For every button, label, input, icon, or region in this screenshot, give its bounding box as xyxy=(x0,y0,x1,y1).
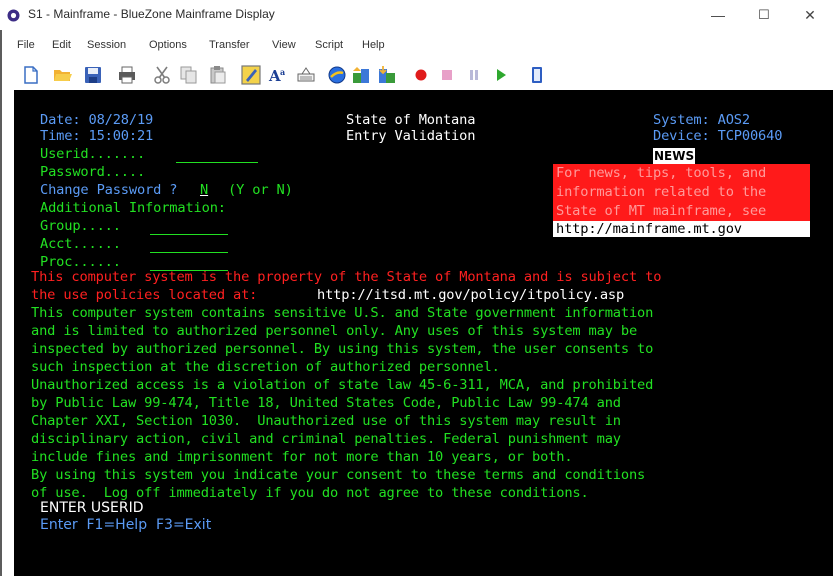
copy-icon[interactable] xyxy=(179,65,199,85)
notice-line: Unauthorized access is a violation of st… xyxy=(31,377,654,393)
news-box: For news, tips, tools, and information r… xyxy=(553,164,810,221)
header-title: State of Montana xyxy=(346,112,476,128)
macro-editor-icon[interactable] xyxy=(241,65,261,85)
notice-line: include fines and imprisonment for not m… xyxy=(31,449,573,465)
news-line: information related to the xyxy=(556,184,767,200)
notice-line: inspected by authorized personnel. By us… xyxy=(31,341,654,357)
web-connect-icon[interactable] xyxy=(327,65,347,85)
clipboard-icon[interactable] xyxy=(527,65,547,85)
policy-url[interactable]: http://itsd.mt.gov/policy/itpolicy.asp xyxy=(317,287,624,303)
notice-line: of use. Log off immediately if you do no… xyxy=(31,485,589,501)
file-transfer-send-icon[interactable] xyxy=(351,65,371,85)
notice-line: disciplinary action, civil and criminal … xyxy=(31,431,621,447)
userid-label: Userid....... xyxy=(40,146,146,162)
additional-info-label: Additional Information: xyxy=(40,200,226,216)
menu-options[interactable]: Options xyxy=(149,39,187,51)
menu-transfer[interactable]: Transfer xyxy=(209,39,250,51)
pause-icon[interactable] xyxy=(464,65,484,85)
svg-text:a: a xyxy=(280,67,285,77)
userid-input[interactable] xyxy=(176,162,258,163)
news-title: NEWS xyxy=(653,148,696,164)
keyboard-icon[interactable] xyxy=(296,65,316,85)
menu-script[interactable]: Script xyxy=(315,39,343,51)
window-title: S1 - Mainframe - BlueZone Mainframe Disp… xyxy=(28,7,275,21)
menu-bar: File Edit Session Options Transfer View … xyxy=(0,36,833,58)
notice-line: and is limited to authorized personnel o… xyxy=(31,323,638,339)
print-icon[interactable] xyxy=(117,65,137,85)
maximize-button[interactable]: ☐ xyxy=(741,0,787,30)
acct-input[interactable] xyxy=(150,252,228,253)
menu-file[interactable]: File xyxy=(17,39,35,51)
notice-line: such inspection at the discretion of aut… xyxy=(31,359,500,375)
bluezone-app-icon xyxy=(7,9,20,22)
news-line: State of MT mainframe, see xyxy=(556,203,767,219)
stop-icon[interactable] xyxy=(437,65,457,85)
play-icon[interactable] xyxy=(491,65,511,85)
bluezone-window: S1 - Mainframe - BlueZone Mainframe Disp… xyxy=(0,0,833,576)
acct-label: Acct...... xyxy=(40,236,121,252)
cut-icon[interactable] xyxy=(152,65,172,85)
notice-line: By using this system you indicate your c… xyxy=(31,467,646,483)
minimize-button[interactable]: — xyxy=(695,0,741,30)
font-size-icon[interactable]: A a xyxy=(268,65,288,85)
menu-edit[interactable]: Edit xyxy=(52,39,71,51)
device-display: Device: TCP00640 xyxy=(653,128,783,144)
news-line: For news, tips, tools, and xyxy=(556,165,767,181)
group-label: Group..... xyxy=(40,218,121,234)
date-display: Date: 08/28/19 xyxy=(40,112,154,128)
menu-session[interactable]: Session xyxy=(87,39,126,51)
group-input[interactable] xyxy=(150,234,228,235)
title-bar: S1 - Mainframe - BlueZone Mainframe Disp… xyxy=(0,0,833,30)
property-notice-line2: the use policies located at: xyxy=(31,287,258,303)
password-label: Password..... xyxy=(40,164,146,180)
header-subtitle: Entry Validation xyxy=(346,128,476,144)
save-icon[interactable] xyxy=(83,65,103,85)
time-display: Time: 15:00:21 xyxy=(40,128,154,144)
window-left-edge xyxy=(0,30,2,576)
change-password-hint: (Y or N) xyxy=(228,182,293,198)
function-keys[interactable]: Enter F1=Help F3=Exit xyxy=(40,517,211,533)
paste-icon[interactable] xyxy=(208,65,228,85)
menu-view[interactable]: View xyxy=(272,39,296,51)
record-icon[interactable] xyxy=(411,65,431,85)
change-password-input[interactable]: N xyxy=(200,182,208,198)
close-button[interactable]: ✕ xyxy=(787,0,833,30)
new-document-icon[interactable] xyxy=(21,65,41,85)
news-url-box: http://mainframe.mt.gov xyxy=(553,221,810,237)
open-folder-icon[interactable] xyxy=(53,65,73,85)
menu-help[interactable]: Help xyxy=(362,39,385,51)
news-url[interactable]: http://mainframe.mt.gov xyxy=(556,221,742,237)
proc-label: Proc...... xyxy=(40,254,121,270)
prompt-message: ENTER USERID xyxy=(40,500,144,516)
notice-line: by Public Law 99-474, Title 18, United S… xyxy=(31,395,621,411)
property-notice-line1: This computer system is the property of … xyxy=(31,269,662,285)
system-display: System: AOS2 xyxy=(653,112,750,128)
toolbar: A a xyxy=(0,59,833,89)
notice-line: Chapter XXI, Section 1030. Unauthorized … xyxy=(31,413,621,429)
terminal-screen[interactable]: Date: 08/28/19 Time: 15:00:21 State of M… xyxy=(14,90,833,576)
notice-line: This computer system contains sensitive … xyxy=(31,305,654,321)
file-transfer-receive-icon[interactable] xyxy=(377,65,397,85)
change-password-label: Change Password ? xyxy=(40,182,178,198)
